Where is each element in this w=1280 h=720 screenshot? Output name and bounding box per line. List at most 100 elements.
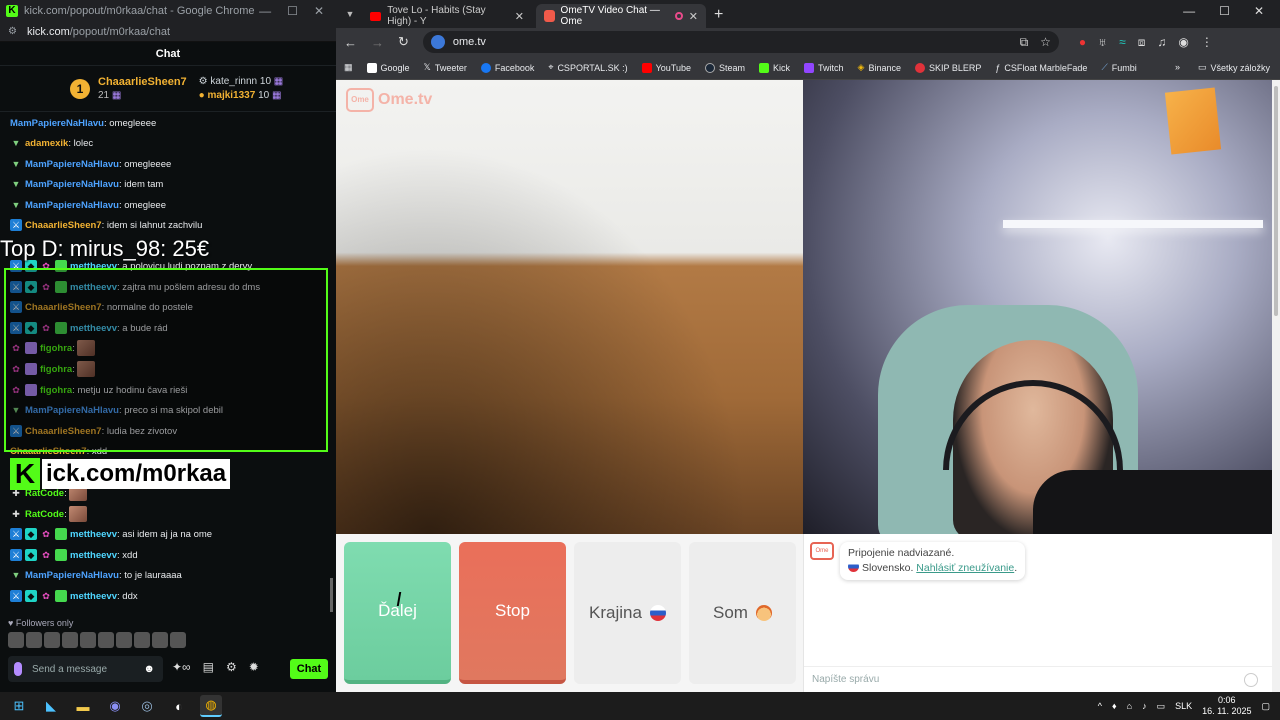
chat-scrollbar[interactable] xyxy=(330,578,333,612)
report-abuse-link[interactable]: Nahlásiť zneužívanie xyxy=(916,562,1014,574)
extension-red-icon[interactable]: ● xyxy=(1079,35,1086,50)
emoji-icon[interactable] xyxy=(1244,672,1258,687)
chat-username[interactable]: mettheevv xyxy=(70,529,117,540)
chat-username[interactable]: MamPapiereNaHlavu xyxy=(25,159,119,170)
settings-icon[interactable]: ⚙ xyxy=(226,660,237,674)
file-explorer-icon[interactable]: ▬ xyxy=(72,695,94,717)
tab-ometv[interactable]: OmeTV Video Chat — Ome ✕ xyxy=(536,4,706,28)
bookmark-steam[interactable]: Steam xyxy=(705,62,745,73)
site-info-icon[interactable] xyxy=(430,35,445,49)
recorder-icon[interactable]: ◐ xyxy=(168,695,190,717)
chat-input[interactable]: Send a message ☻ xyxy=(8,656,163,682)
chat-username[interactable]: MamPapiereNaHlavu xyxy=(25,405,119,416)
gifter-3[interactable]: ● majki1337 10 ▦ xyxy=(199,89,284,103)
close-icon[interactable]: ✕ xyxy=(1254,4,1264,18)
all-bookmarks[interactable]: ▭ Všetky záložky xyxy=(1198,62,1270,73)
profile-avatar-icon[interactable]: ◉ xyxy=(1178,35,1188,50)
tab-youtube[interactable]: Tove Lo - Habits (Stay High) - Y ✕ xyxy=(362,4,532,28)
microphone-icon[interactable] xyxy=(14,662,22,676)
extension-ghost-icon[interactable]: ♅ xyxy=(1098,35,1107,50)
more-bookmarks-icon[interactable]: » xyxy=(1175,62,1180,73)
bookmark-csfloat[interactable]: ƒ CSFloat MarbleFade xyxy=(995,63,1087,73)
avatar[interactable] xyxy=(116,632,132,648)
chat-username[interactable]: mettheevv xyxy=(70,323,117,334)
bookmark-facebook[interactable]: Facebook xyxy=(480,62,534,73)
avatar[interactable] xyxy=(170,632,186,648)
avatar[interactable] xyxy=(134,632,150,648)
site-info-icon[interactable]: ⚙ xyxy=(8,26,17,37)
new-tab-icon[interactable]: + xyxy=(714,6,723,24)
back-icon[interactable]: ← xyxy=(344,35,357,50)
close-tab-icon[interactable]: ✕ xyxy=(515,10,524,23)
chat-username[interactable]: MamPapiereNaHlavu xyxy=(25,200,119,211)
avatar[interactable] xyxy=(80,632,96,648)
avatar[interactable] xyxy=(98,632,114,648)
bookmark-binance[interactable]: ◈ Binance xyxy=(858,62,901,73)
tab-search-icon[interactable]: ▼ xyxy=(342,4,358,24)
discord-icon[interactable]: ◉ xyxy=(104,695,126,717)
avatar[interactable] xyxy=(8,632,24,648)
chat-username[interactable]: mettheevv xyxy=(70,261,117,272)
menu-icon[interactable]: ⋮ xyxy=(1201,35,1213,50)
chat-username[interactable]: MamPapiereNaHlavu xyxy=(25,570,119,581)
chat-username[interactable]: RatCode xyxy=(25,509,64,520)
start-icon[interactable]: ⊞ xyxy=(8,695,30,717)
avatar[interactable] xyxy=(26,632,42,648)
scrollbar-thumb[interactable] xyxy=(1274,86,1278,316)
chat-send-button[interactable]: Chat xyxy=(290,659,328,679)
bookmark-skip-blerp[interactable]: SKIP BLERP xyxy=(915,62,981,73)
steam-icon[interactable]: ◎ xyxy=(136,695,158,717)
maximize-icon[interactable]: ☐ xyxy=(1219,4,1230,18)
media-icon[interactable]: ♫ xyxy=(1157,35,1166,50)
chat-username[interactable]: mettheevv xyxy=(70,550,117,561)
minimize-icon[interactable]: — xyxy=(259,4,271,18)
app-icon[interactable]: ◣ xyxy=(40,695,62,717)
avatar[interactable] xyxy=(62,632,78,648)
gift-icon[interactable]: ✦∞ xyxy=(172,660,191,674)
bookmark-google[interactable]: Google xyxy=(366,62,410,73)
bookmark-youtube[interactable]: YouTube xyxy=(641,62,691,73)
volume-icon[interactable]: ♪ xyxy=(1142,701,1147,711)
bookmark-csportal[interactable]: ⌖ CSPORTAL.SK :) xyxy=(548,62,627,73)
gender-button[interactable]: Som xyxy=(689,542,796,684)
chat-username[interactable]: MamPapiereNaHlavu xyxy=(25,179,119,190)
extensions-puzzle-icon[interactable]: ⧈ xyxy=(1138,35,1146,50)
close-icon[interactable]: ✕ xyxy=(314,4,324,18)
chat-username[interactable]: ChaaarlieSheen7 xyxy=(25,220,102,231)
next-button[interactable]: Ďalej xyxy=(344,542,451,684)
network-icon[interactable]: ⌂ xyxy=(1127,701,1132,711)
bookmark-fumbi[interactable]: ⟋ Fumbi xyxy=(1101,62,1136,73)
extension-teal-icon[interactable]: ≈ xyxy=(1119,35,1126,50)
store-icon[interactable]: ▤ xyxy=(203,660,214,674)
address-bar[interactable]: ome.tv ⧉ ☆ xyxy=(422,31,1059,53)
reload-icon[interactable]: ↻ xyxy=(398,34,409,50)
top-gifter[interactable]: ChaaarlieSheen7 21 ▦ xyxy=(98,76,187,102)
page-scrollbar[interactable] xyxy=(1272,80,1280,692)
battery-icon[interactable]: ▭ xyxy=(1157,701,1166,712)
tray-overflow-icon[interactable]: ^ xyxy=(1098,701,1102,711)
chat-username[interactable]: ChaaarlieSheen7 xyxy=(25,302,102,313)
gifter-2[interactable]: ⚙ kate_rinnn 10 ▦ xyxy=(199,75,284,89)
chat-username[interactable]: figohra xyxy=(40,343,72,354)
apps-icon[interactable]: ▦ xyxy=(344,62,353,73)
bookmark-kick[interactable]: Kick xyxy=(759,62,790,73)
chat-username[interactable]: adamexik xyxy=(25,138,68,149)
chat-username[interactable]: ChaaarlieSheen7 xyxy=(25,426,102,437)
emoji-icon[interactable]: ☻ xyxy=(143,663,155,675)
close-tab-icon[interactable]: ✕ xyxy=(689,10,698,23)
microphone-icon[interactable]: ♦ xyxy=(1112,701,1117,711)
chat-username[interactable]: mettheevv xyxy=(70,282,117,293)
maximize-icon[interactable]: ☐ xyxy=(287,4,298,18)
chat-username[interactable]: ChaaarlieSheen7 xyxy=(10,446,87,457)
chat-username[interactable]: MamPapiereNaHlavu xyxy=(10,118,104,129)
forward-icon[interactable]: → xyxy=(371,35,384,50)
stop-button[interactable]: Stop xyxy=(459,542,566,684)
chrome-icon[interactable]: ◍ xyxy=(200,695,222,717)
bookmark-tweeter[interactable]: 𝕏 Tweeter xyxy=(424,62,467,73)
popup-url-bar[interactable]: ⚙ kick.com/popout/m0rkaa/chat xyxy=(0,22,336,42)
avatar[interactable] xyxy=(44,632,60,648)
emote-picker-icon[interactable]: ✹ xyxy=(249,660,259,674)
clock[interactable]: 0:06 16. 11. 2025 xyxy=(1202,695,1251,717)
bookmark-twitch[interactable]: Twitch xyxy=(804,62,844,73)
cast-icon[interactable]: ⧉ xyxy=(1020,35,1029,50)
